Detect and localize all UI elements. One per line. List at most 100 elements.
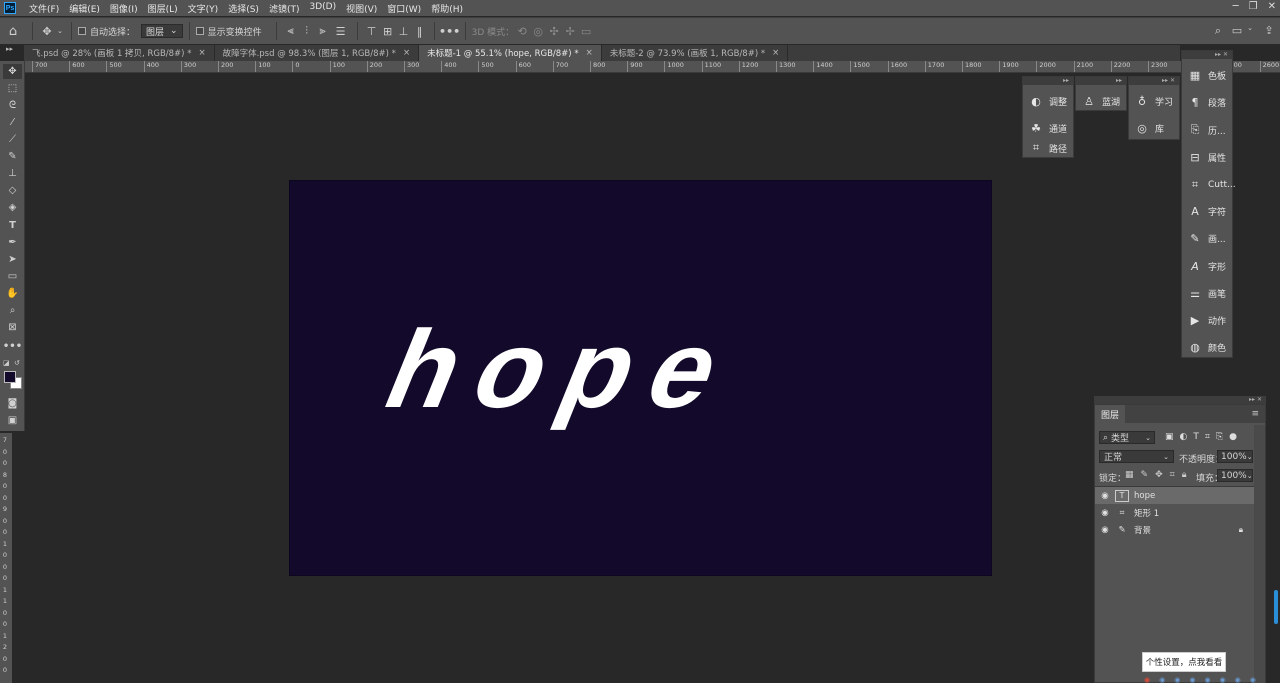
swap-colors-icon[interactable]: ↺ <box>14 359 20 367</box>
camera-3d-icon[interactable]: ▭ <box>578 25 594 38</box>
tray-icon[interactable]: ◉ <box>1189 676 1195 683</box>
type-filter-icon[interactable]: T <box>1193 432 1199 442</box>
align-right-icon[interactable]: ⫸ <box>315 24 331 38</box>
blend-mode-dropdown[interactable]: 正常 ⌄ <box>1099 450 1174 463</box>
menu-item[interactable]: 视图(V) <box>341 2 382 15</box>
lock-transparency-icon[interactable]: ▦ <box>1125 470 1134 480</box>
brushes-panel-button[interactable]: ⚌ 画笔 <box>1188 287 1226 300</box>
align-middle-icon[interactable]: ⊞ <box>380 25 396 38</box>
layers-tab[interactable]: 图层 <box>1095 405 1126 423</box>
hand-tool-icon[interactable]: ✋ <box>3 286 22 301</box>
more-options-icon[interactable]: ••• <box>439 25 460 38</box>
zoom-tool-icon[interactable]: ⌕ <box>3 303 22 318</box>
character-panel-button[interactable]: A 字符 <box>1188 205 1226 218</box>
lock-artboard-icon[interactable]: ⌗ <box>1170 470 1175 480</box>
home-icon[interactable]: ⌂ <box>0 24 26 39</box>
chevron-down-icon[interactable]: ⌄ <box>55 27 65 35</box>
marquee-tool-icon[interactable]: ⬚ <box>3 81 22 96</box>
brush-settings-panel-button[interactable]: ✎ 画... <box>1188 232 1225 245</box>
tab-document-4[interactable]: 未标题-2 @ 73.9% (画板 1, RGB/8#) * × <box>602 45 789 61</box>
rectangle-tool-icon[interactable]: ▭ <box>3 269 22 284</box>
horizontal-ruler[interactable]: 700 600 500 400 300 200 100 0 100 200 300 400 500 600… <box>24 61 1280 73</box>
layer-row-background[interactable]: ◉ ✎ 背景 🔒︎ <box>1095 521 1255 538</box>
close-icon[interactable]: × <box>772 48 779 58</box>
pen-tool-icon[interactable]: ✒ <box>3 235 22 250</box>
layer-filter-dropdown[interactable]: ⌕ 类型 ⌄ <box>1099 431 1155 444</box>
move-tool-icon[interactable]: ✥ <box>39 25 55 38</box>
eye-icon[interactable]: ◉ <box>1095 508 1115 518</box>
default-colors-icon[interactable]: ◪ <box>3 359 10 367</box>
smart-object-filter-icon[interactable]: ⎘ <box>1216 432 1223 442</box>
vertical-ruler[interactable]: 7 0 0 8 0 0 9 0 0 1 0 0 0 1 1 0 0 1 2 0 0 <box>0 433 12 683</box>
panel-close-icon[interactable]: ▸▸ ✕ <box>1182 51 1232 59</box>
menu-item[interactable]: 3D(D) <box>304 2 341 15</box>
roll-3d-icon[interactable]: ◎ <box>530 25 546 38</box>
library-panel-button[interactable]: ◎ 库 <box>1135 122 1164 135</box>
tab-document-2[interactable]: 故障字体.psd @ 98.3% (图层 1, RGB/8#) * × <box>215 45 420 61</box>
align-top-icon[interactable]: ⊤ <box>364 25 380 38</box>
panel-collapse-icon[interactable]: ▸▸ <box>1076 77 1126 85</box>
toolbar-collapse-icon[interactable]: ▸▸ <box>6 45 13 53</box>
show-transform-checkbox[interactable] <box>195 27 204 35</box>
menu-item[interactable]: 图像(I) <box>105 2 143 15</box>
shape-filter-icon[interactable]: ⌗ <box>1205 432 1210 442</box>
paragraph-panel-button[interactable]: ¶ 段落 <box>1188 96 1227 109</box>
stamp-tool-icon[interactable]: ⊥ <box>3 166 22 181</box>
align-center-h-icon[interactable]: ⫶ <box>299 24 315 38</box>
close-icon[interactable]: ✕ <box>1268 1 1276 12</box>
share-icon[interactable]: ⇪ <box>1262 24 1276 37</box>
channels-panel-button[interactable]: ☘ 通道 <box>1029 122 1067 135</box>
lock-pixels-icon[interactable]: ✎ <box>1141 470 1149 480</box>
history-panel-button[interactable]: ⎘ 历... <box>1188 123 1226 137</box>
workspace-icon[interactable]: ▭ <box>1230 24 1244 37</box>
brush-tool-icon[interactable]: ✎ <box>3 149 22 164</box>
opacity-field[interactable]: 100% ⌄ <box>1217 450 1253 463</box>
tab-document-1[interactable]: 飞.psd @ 28% (画板 1 拷贝, RGB/8#) * × <box>24 45 215 61</box>
panel-menu-icon[interactable]: ≡ <box>1251 409 1259 419</box>
orbit-3d-icon[interactable]: ⟲ <box>514 25 530 38</box>
properties-panel-button[interactable]: ⊟ 属性 <box>1188 151 1226 164</box>
distribute-v-icon[interactable]: ‖ <box>412 25 428 38</box>
tray-icon[interactable]: ◉ <box>1174 676 1180 683</box>
slide-3d-icon[interactable]: ✢ <box>562 25 578 38</box>
menu-item[interactable]: 窗口(W) <box>382 2 426 15</box>
close-icon[interactable]: × <box>403 48 410 58</box>
eraser-tool-icon[interactable]: ◇ <box>3 183 22 198</box>
tray-icon[interactable]: ◉ <box>1235 676 1241 683</box>
magic-wand-tool-icon[interactable]: ⁄ <box>3 115 22 130</box>
frame-tool-icon[interactable]: ⊠ <box>3 320 22 335</box>
pan-3d-icon[interactable]: ✣ <box>546 25 562 38</box>
panel-collapse-icon[interactable]: ▸▸ <box>1023 77 1073 85</box>
menu-item[interactable]: 选择(S) <box>223 2 264 15</box>
bluelake-panel-button[interactable]: ♙ 蓝湖 <box>1082 95 1120 108</box>
restore-icon[interactable]: ❐ <box>1249 1 1258 12</box>
tray-icon[interactable]: ◉ <box>1220 676 1226 683</box>
auto-select-checkbox[interactable] <box>78 27 86 35</box>
menu-item[interactable]: 文件(F) <box>24 2 64 15</box>
paths-panel-button[interactable]: ⌗ 路径 <box>1029 141 1067 155</box>
screen-mode-icon[interactable]: ▣ <box>3 413 22 428</box>
search-icon[interactable]: ⌕ <box>1211 24 1225 38</box>
quick-mask-icon[interactable]: ◙ <box>3 396 22 411</box>
menu-item[interactable]: 帮助(H) <box>426 2 468 15</box>
menu-item[interactable]: 滤镜(T) <box>264 2 305 15</box>
lasso-tool-icon[interactable]: ᘓ <box>3 98 22 113</box>
lock-all-icon[interactable]: 🔒︎ <box>1182 470 1187 480</box>
foreground-color-swatch[interactable] <box>4 371 16 383</box>
learn-panel-button[interactable]: ♁ 学习 <box>1135 95 1173 108</box>
panel-close-icon[interactable]: ▸▸ ✕ <box>1129 77 1179 85</box>
paint-bucket-tool-icon[interactable]: ◈ <box>3 200 22 215</box>
actions-panel-button[interactable]: ▶ 动作 <box>1188 314 1226 327</box>
menu-item[interactable]: 编辑(E) <box>64 2 105 15</box>
eye-icon[interactable]: ◉ <box>1095 525 1115 535</box>
type-tool-icon[interactable]: T <box>3 218 22 233</box>
layers-panel-header[interactable]: ▸▸ ✕ <box>1094 396 1266 404</box>
chevron-down-icon[interactable]: ⌄ <box>1246 24 1254 32</box>
menu-item[interactable]: 图层(L) <box>143 2 183 15</box>
layer-row-rectangle[interactable]: ◉ ⌗ 矩形 1 <box>1095 504 1255 521</box>
auto-select-dropdown[interactable]: 图层 ⌄ <box>141 24 183 38</box>
close-icon[interactable]: × <box>586 48 593 58</box>
adjust-panel-button[interactable]: ◐ 调整 <box>1029 95 1067 108</box>
glyphs-panel-button[interactable]: A 字形 <box>1188 260 1226 273</box>
more-tools-icon[interactable]: ••• <box>3 339 22 354</box>
